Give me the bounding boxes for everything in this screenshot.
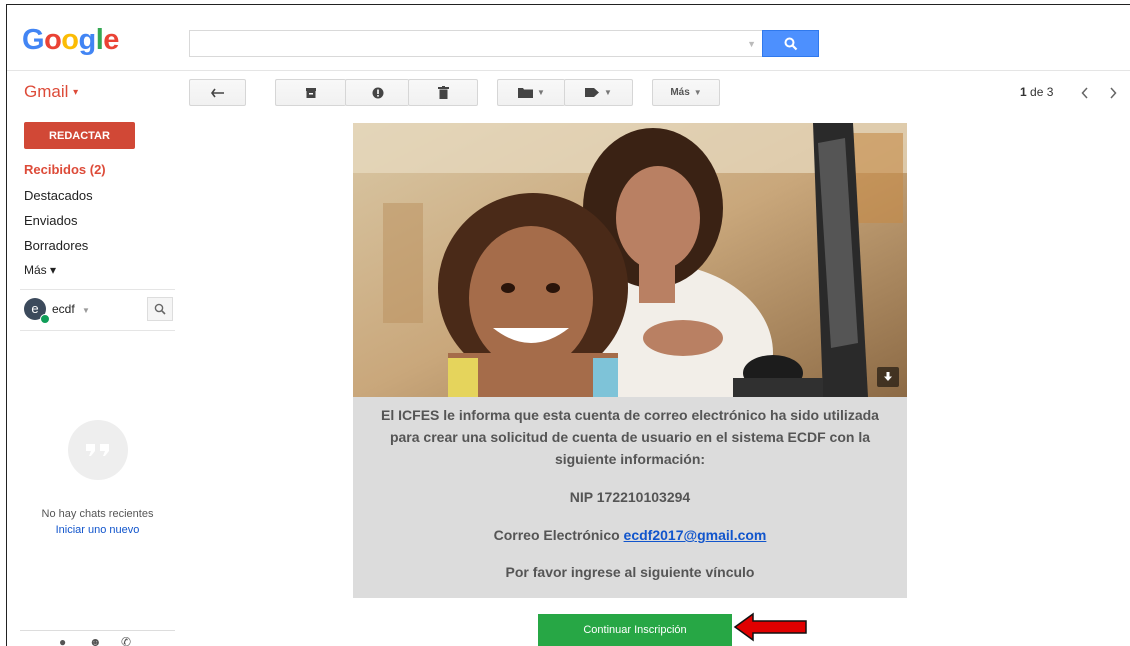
- reply-icon: [210, 88, 224, 97]
- logo-letter: G: [22, 24, 45, 56]
- chat-search-button[interactable]: [147, 297, 173, 321]
- sidebar-item-inbox[interactable]: Recibidos (2): [24, 162, 106, 177]
- google-logo[interactable]: Google: [22, 24, 119, 57]
- delete-icon: [437, 86, 449, 99]
- folder-icon: [518, 88, 534, 98]
- user-status-menu[interactable]: ecdf ▼: [52, 302, 90, 316]
- archive-icon: [306, 87, 316, 98]
- search-icon: [154, 303, 166, 315]
- download-button[interactable]: [877, 367, 899, 387]
- header-divider: [7, 70, 1130, 71]
- continue-registration-button[interactable]: Continuar Inscripción: [538, 614, 732, 646]
- labels-button[interactable]: ▼: [564, 79, 633, 106]
- instruction-text: Por favor ingrese al siguiente vínculo: [505, 564, 755, 580]
- move-to-button[interactable]: ▼: [497, 79, 565, 106]
- chevron-down-icon: ▼: [537, 88, 545, 97]
- chevron-down-icon: ▼: [82, 306, 90, 315]
- nip-text: NIP 172210103294: [569, 489, 691, 505]
- pagination-text: 1 de 3: [1020, 85, 1053, 99]
- sidebar-item-drafts[interactable]: Borradores: [24, 238, 88, 253]
- email-hero-image: [353, 123, 907, 397]
- logo-letter: g: [78, 24, 97, 56]
- teacher-and-child-photo: [353, 123, 907, 397]
- compose-button[interactable]: REDACTAR: [24, 122, 135, 149]
- search-input[interactable]: ▼: [189, 30, 763, 57]
- message-line: para crear una solicitud de cuenta de us…: [389, 429, 871, 445]
- more-actions-button[interactable]: Más ▼: [652, 79, 720, 106]
- logo-letter: o: [61, 24, 79, 56]
- message-line: El ICFES le informa que esta cuenta de c…: [381, 407, 879, 423]
- archive-button[interactable]: [275, 79, 346, 106]
- chevron-down-icon: ▼: [693, 88, 702, 97]
- sidebar-item-sent[interactable]: Enviados: [24, 213, 77, 228]
- newer-button[interactable]: [1071, 79, 1099, 106]
- quote-icon: [86, 444, 109, 456]
- report-spam-button[interactable]: [345, 79, 409, 106]
- no-chats-text: No hay chats recientes: [41, 508, 154, 520]
- delete-button[interactable]: [408, 79, 478, 106]
- download-icon: [884, 372, 892, 381]
- chevron-right-icon: [1110, 86, 1117, 99]
- older-button[interactable]: [1099, 79, 1127, 106]
- app-label: Gmail: [24, 82, 69, 101]
- user-name: ecdf: [52, 302, 75, 316]
- sidebar-divider: [20, 289, 175, 290]
- phone-icon[interactable]: ✆: [121, 635, 131, 646]
- pagination-current: 1: [1020, 85, 1027, 99]
- search-options-chevron-icon[interactable]: ▼: [747, 39, 756, 49]
- message-line: siguiente información:: [554, 451, 706, 467]
- email-link[interactable]: ecdf2017@gmail.com: [624, 527, 767, 543]
- hangouts-footer: ● ☻ ✆: [20, 630, 175, 646]
- logo-letter: o: [44, 24, 62, 56]
- sidebar-divider: [20, 330, 175, 331]
- pagination-total: de 3: [1030, 85, 1054, 99]
- contacts-icon[interactable]: ●: [59, 635, 66, 646]
- app-switcher[interactable]: Gmail ▾: [24, 82, 78, 102]
- sidebar-item-starred[interactable]: Destacados: [24, 188, 93, 203]
- annotation-arrow-icon: [733, 612, 807, 642]
- chevron-down-icon: ▼: [604, 88, 612, 97]
- email-label: Correo Electrónico: [493, 527, 620, 543]
- logo-letter: e: [103, 24, 119, 56]
- start-chat-link[interactable]: Iniciar uno nuevo: [20, 524, 175, 536]
- spam-icon: [372, 87, 383, 98]
- email-line: Correo Electrónico ecdf2017@gmail.com: [353, 527, 907, 543]
- more-actions-label: Más: [670, 87, 690, 98]
- online-status-indicator: [40, 314, 50, 324]
- chevron-down-icon: ▾: [73, 87, 79, 98]
- chevron-left-icon: [1081, 86, 1088, 99]
- label-icon: [585, 88, 600, 97]
- hangouts-quote-icon: [68, 420, 128, 480]
- search-icon: [784, 37, 797, 50]
- hangouts-icon[interactable]: ☻: [89, 635, 102, 646]
- sidebar-item-more[interactable]: Más ▾: [24, 263, 56, 277]
- back-button[interactable]: [189, 79, 246, 106]
- search-button[interactable]: [762, 30, 819, 57]
- email-message-box: El ICFES le informa que esta cuenta de c…: [353, 397, 907, 598]
